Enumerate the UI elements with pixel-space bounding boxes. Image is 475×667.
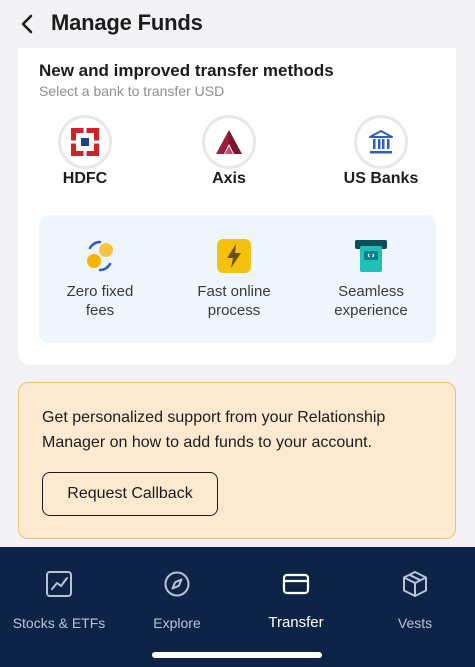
lightning-icon (217, 239, 251, 273)
nav-item-vests[interactable]: Vests (356, 547, 474, 637)
bank-option-us-banks[interactable]: US Banks (326, 115, 436, 195)
hdfc-logo-icon (71, 128, 99, 156)
chart-icon (46, 571, 72, 597)
nav-item-transfer[interactable]: Transfer (237, 547, 355, 637)
section-subtitle: Select a bank to transfer USD (39, 83, 225, 99)
nav-item-stocks-etfs[interactable]: Stocks & ETFs (0, 547, 118, 637)
support-text: Get personalized support from your Relat… (42, 409, 386, 451)
box-icon (403, 571, 427, 597)
bottom-navigation: Stocks & ETFs Explore Transfer Vests (0, 547, 475, 667)
nav-label: Stocks & ETFs (12, 615, 106, 631)
zero-fees-icon (87, 240, 113, 272)
page-title: Manage Funds (51, 10, 203, 35)
nav-label: Vests (397, 615, 433, 631)
transfer-methods-card: New and improved transfer methods Select… (18, 48, 456, 365)
bank-option-hdfc[interactable]: HDFC (30, 115, 140, 195)
back-button[interactable] (16, 12, 40, 36)
feature-label: Zero fixed fees (66, 283, 134, 319)
features-panel: Zero fixed fees Fast online process Seam… (39, 215, 436, 343)
nav-item-explore[interactable]: Explore (118, 547, 236, 637)
chevron-left-icon (21, 14, 33, 34)
feature-fast-online: Fast online process (174, 235, 294, 335)
nav-label: Transfer (268, 614, 324, 631)
bank-label: HDFC (62, 170, 108, 187)
feature-zero-fees: Zero fixed fees (40, 235, 160, 335)
bank-building-icon (369, 130, 393, 154)
bank-logo-circle (202, 115, 256, 169)
bank-option-axis[interactable]: Axis (174, 115, 284, 195)
bank-logo-circle (354, 115, 408, 169)
app-header: Manage Funds (0, 0, 475, 48)
home-indicator (152, 652, 322, 658)
atm-card-icon (355, 240, 387, 272)
bank-label: Axis (212, 170, 246, 187)
request-callback-button[interactable]: Request Callback (42, 472, 218, 516)
support-banner: Get personalized support from your Relat… (18, 382, 456, 539)
bank-logo-circle (58, 115, 112, 169)
feature-label: Seamless experience (334, 283, 408, 319)
feature-seamless: Seamless experience (311, 235, 431, 335)
section-title: New and improved transfer methods (39, 61, 334, 80)
nav-label: Explore (153, 615, 201, 631)
card-icon (282, 573, 310, 595)
bank-label: US Banks (343, 170, 419, 187)
feature-label: Fast online process (197, 283, 271, 319)
compass-icon (164, 571, 190, 597)
axis-logo-icon (216, 130, 242, 154)
